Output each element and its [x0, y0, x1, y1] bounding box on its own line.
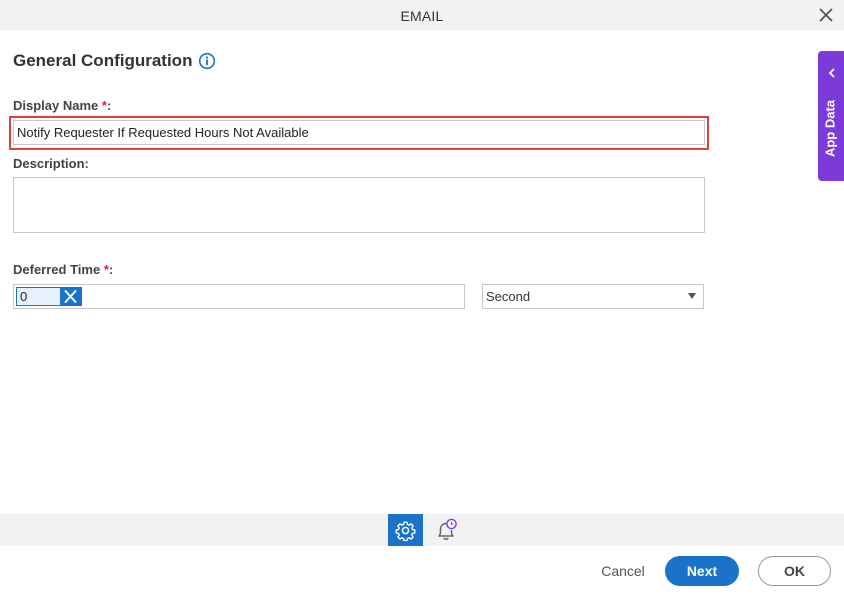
dialog-title: EMAIL [400, 8, 444, 24]
deferred-time-chip[interactable]: 0 [16, 287, 82, 306]
cancel-button[interactable]: Cancel [594, 562, 652, 580]
deferred-time-label: Deferred Time *: [13, 262, 113, 277]
deferred-time-unit-value: Second [486, 289, 531, 304]
dialog-titlebar: EMAIL [0, 0, 844, 30]
display-name-label-text: Display Name [13, 98, 99, 113]
chevron-left-icon [827, 65, 837, 78]
ok-button[interactable]: OK [758, 556, 831, 586]
deferred-time-unit-select[interactable]: Second [482, 284, 704, 309]
app-data-label: App Data [822, 99, 838, 158]
display-name-label: Display Name *: [13, 98, 111, 113]
info-icon[interactable] [198, 52, 216, 70]
description-label: Description: [13, 156, 89, 171]
clear-x-icon[interactable] [60, 288, 81, 305]
label-suffix: : [108, 262, 114, 277]
section-title: General Configuration [13, 51, 193, 70]
dropdown-arrow-icon [688, 293, 696, 299]
deferred-time-label-text: Deferred Time [13, 262, 101, 277]
deferred-time-value: 0 [20, 289, 28, 304]
gear-icon [395, 521, 416, 541]
app-data-panel-tab[interactable]: App Data [818, 51, 844, 181]
description-textarea[interactable] [13, 177, 705, 233]
settings-tab[interactable] [388, 514, 423, 546]
label-suffix: : [106, 98, 112, 113]
close-icon[interactable] [818, 7, 834, 23]
next-button[interactable]: Next [665, 556, 739, 586]
bell-clock-icon[interactable] [433, 517, 459, 543]
display-name-input[interactable] [13, 120, 705, 145]
